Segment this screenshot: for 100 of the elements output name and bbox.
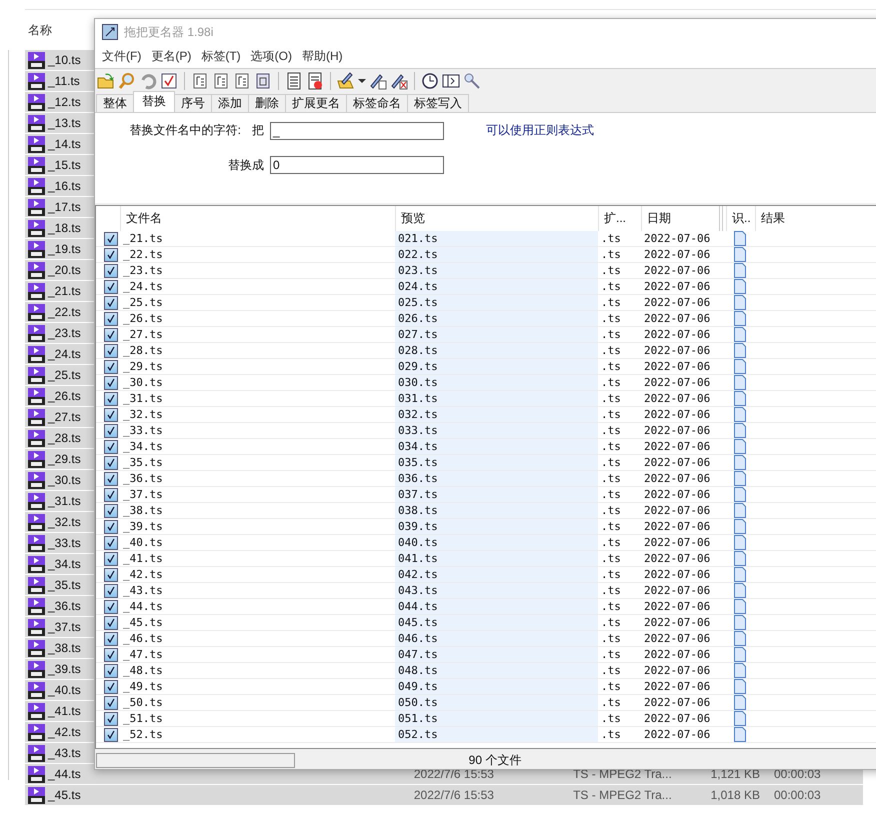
column-header[interactable]: 文件名 (120, 206, 395, 231)
row-checkbox[interactable] (104, 280, 118, 294)
table-cell: 034.ts (395, 438, 598, 454)
tab[interactable]: 扩展更名 (285, 94, 347, 112)
tab[interactable]: 替换 (133, 90, 175, 112)
video-file-icon (28, 534, 45, 552)
table-cell: 046.ts (395, 630, 598, 646)
replace-field[interactable]: 0 (270, 156, 444, 174)
table-cell-text: _49.ts (122, 678, 164, 694)
document-icon (734, 486, 746, 502)
clock-icon[interactable] (421, 72, 439, 90)
row-checkbox[interactable] (104, 536, 118, 550)
tab[interactable]: 整体 (96, 94, 134, 112)
find-field[interactable]: _ (270, 122, 444, 140)
column-header[interactable]: 结果 (755, 206, 876, 231)
file-size: 1,121 KB (710, 767, 760, 781)
menu-item[interactable]: 文件(F) (97, 48, 146, 66)
row-checkbox[interactable] (104, 408, 118, 422)
table-cell: 024.ts (395, 278, 598, 294)
table-cell-text: 2022-07-06 (643, 710, 712, 726)
row-checkbox[interactable] (104, 616, 118, 630)
row-checkbox[interactable] (104, 728, 118, 742)
document-icon (734, 678, 746, 694)
row-checkbox[interactable] (104, 632, 118, 646)
pencil-delete-icon[interactable] (390, 72, 408, 90)
table-cell: 033.ts (395, 422, 598, 438)
menu-item[interactable]: 帮助(H) (296, 48, 348, 66)
row-checkbox[interactable] (104, 440, 118, 454)
tab[interactable]: 删除 (248, 94, 286, 112)
table-cell-text: .ts (600, 438, 622, 454)
row-checkbox[interactable] (104, 360, 118, 374)
document-icon (734, 294, 746, 310)
file-row[interactable]: _45.ts 2022/7/6 15:53 TS - MPEG2 Tra... 1,018 KB 00:00:03 (25, 785, 863, 805)
table-cell: 029.ts (395, 358, 598, 374)
row-checkbox[interactable] (104, 456, 118, 470)
row-checkbox[interactable] (104, 696, 118, 710)
row-checkbox[interactable] (104, 248, 118, 262)
row-checkbox[interactable] (104, 328, 118, 342)
tab[interactable]: 序号 (174, 94, 212, 112)
row-checkbox[interactable] (104, 264, 118, 278)
row-checkbox[interactable] (104, 664, 118, 678)
document-icon (734, 726, 746, 742)
column-header[interactable]: 扩... (598, 206, 641, 231)
document-icon[interactable] (285, 72, 303, 90)
row-checkbox[interactable] (104, 472, 118, 486)
table-cell: 036.ts (395, 470, 598, 486)
table-cell: 038.ts (395, 502, 598, 518)
table-cell-text: 2022-07-06 (643, 550, 712, 566)
document-icon (734, 390, 746, 406)
table-cell-text: _34.ts (122, 438, 164, 454)
document-icon (734, 518, 746, 534)
table-cell-text: _40.ts (122, 534, 164, 550)
document-icon (734, 422, 746, 438)
table-cell-text: .ts (600, 310, 622, 326)
pencil-folder-icon[interactable] (337, 72, 355, 90)
column-header[interactable]: 日期 (641, 206, 716, 231)
file-duration: 00:00:03 (773, 788, 822, 802)
table-cell-text: 2022-07-06 (643, 310, 712, 326)
row-checkbox[interactable] (104, 376, 118, 390)
video-file-icon (28, 576, 45, 594)
row-checkbox[interactable] (104, 648, 118, 662)
row-checkbox[interactable] (104, 520, 118, 534)
row-checkbox[interactable] (104, 424, 118, 438)
row-checkbox[interactable] (104, 568, 118, 582)
checkmark-icon[interactable] (160, 72, 178, 90)
row-checkbox[interactable] (104, 584, 118, 598)
row-checkbox[interactable] (104, 504, 118, 518)
panel-icon[interactable] (442, 72, 460, 90)
table-cell-text: 2022-07-06 (643, 470, 712, 486)
document-delete-icon[interactable] (306, 72, 324, 90)
menu-item[interactable]: 标签(T) (196, 48, 246, 66)
row-checkbox[interactable] (104, 488, 118, 502)
row-checkbox[interactable] (104, 600, 118, 614)
row-checkbox[interactable] (104, 712, 118, 726)
video-file-icon (28, 114, 45, 132)
file-name: _34.ts (46, 557, 81, 571)
table-cell: 031.ts (395, 390, 598, 406)
table-cell-text: .ts (600, 262, 622, 278)
row-checkbox[interactable] (104, 680, 118, 694)
folder-arrow-icon[interactable] (97, 72, 115, 90)
row-checkbox[interactable] (104, 312, 118, 326)
file-name: _20.ts (46, 263, 81, 277)
column-header[interactable]: 名称 (28, 22, 52, 38)
row-checkbox[interactable] (104, 296, 118, 310)
row-checkbox[interactable] (104, 552, 118, 566)
table-cell-text: _36.ts (122, 470, 164, 486)
pencil-icon[interactable] (369, 72, 387, 90)
row-checkbox[interactable] (104, 344, 118, 358)
table-cell-text: 2022-07-06 (643, 374, 712, 390)
table-cell-text: .ts (600, 230, 622, 246)
document-icon (734, 326, 746, 342)
grid-file-icon[interactable] (254, 72, 272, 90)
tab[interactable]: 标签命名 (346, 94, 408, 112)
row-checkbox[interactable] (104, 392, 118, 406)
menu-item[interactable]: 更名(P) (146, 48, 196, 66)
file-date: 2022/7/6 15:53 (414, 788, 495, 802)
row-checkbox[interactable] (104, 232, 118, 246)
table-cell-text: .ts (600, 550, 622, 566)
tab[interactable]: 标签写入 (407, 94, 469, 112)
menu-item[interactable]: 选项(O) (246, 48, 297, 66)
